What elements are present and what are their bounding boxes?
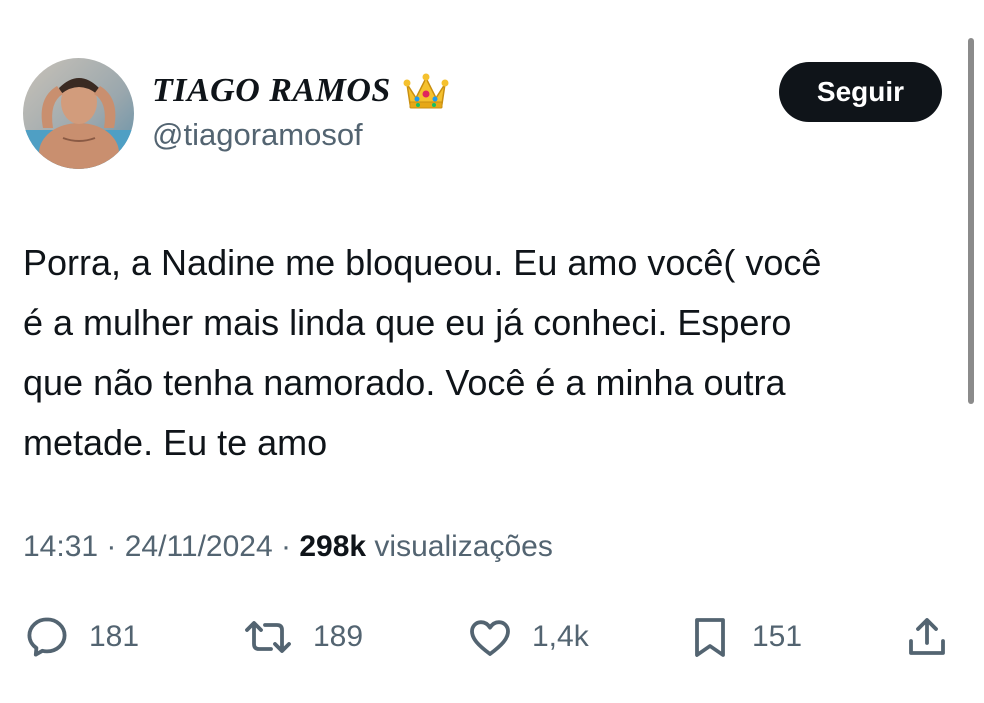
reply-count: 181 (89, 620, 140, 653)
repost-count: 189 (313, 620, 364, 653)
tweet-line: metade. Eu te amo (23, 422, 328, 463)
reply-button[interactable]: 181 (23, 612, 139, 662)
tweet-text: Porra, a Nadine me bloqueou. Eu amo você… (23, 233, 953, 473)
views-count: 298k (299, 530, 367, 563)
tweet-date[interactable]: 24/11/2024 (125, 530, 273, 563)
author-name[interactable]: TIAGO RAMOS (152, 72, 391, 110)
repost-icon (241, 613, 295, 661)
views-label: visualizações (366, 530, 553, 563)
tweet-line: é a mulher mais linda que eu já conheci.… (23, 302, 792, 343)
author-handle[interactable]: @tiagoramosof (152, 117, 363, 153)
follow-button[interactable]: Seguir (779, 62, 942, 122)
bookmark-count: 151 (752, 620, 803, 653)
share-button[interactable] (903, 612, 951, 662)
reply-icon (23, 613, 71, 661)
like-button[interactable]: 1,4k (466, 612, 589, 662)
share-icon (903, 613, 951, 661)
scrollbar[interactable] (968, 38, 974, 404)
heart-icon (466, 613, 514, 661)
tweet-line: que não tenha namorado. Você é a minha o… (23, 362, 786, 403)
like-count: 1,4k (532, 620, 589, 653)
crown-icon (403, 72, 449, 110)
repost-button[interactable]: 189 (241, 612, 363, 662)
bookmark-icon (686, 613, 734, 661)
tweet-meta: 14:31 · 24/11/2024 · 298k visualizações (23, 530, 553, 564)
author-name-row[interactable]: TIAGO RAMOS (152, 72, 449, 110)
bookmark-button[interactable]: 151 (686, 612, 802, 662)
avatar[interactable] (23, 58, 134, 169)
avatar-photo (23, 58, 134, 169)
meta-separator: · (272, 530, 300, 563)
action-bar: 181 189 1,4k 151 (23, 612, 953, 662)
meta-separator: · (98, 530, 125, 563)
tweet-time[interactable]: 14:31 (23, 530, 98, 563)
tweet-line: Porra, a Nadine me bloqueou. Eu amo você… (23, 242, 822, 283)
